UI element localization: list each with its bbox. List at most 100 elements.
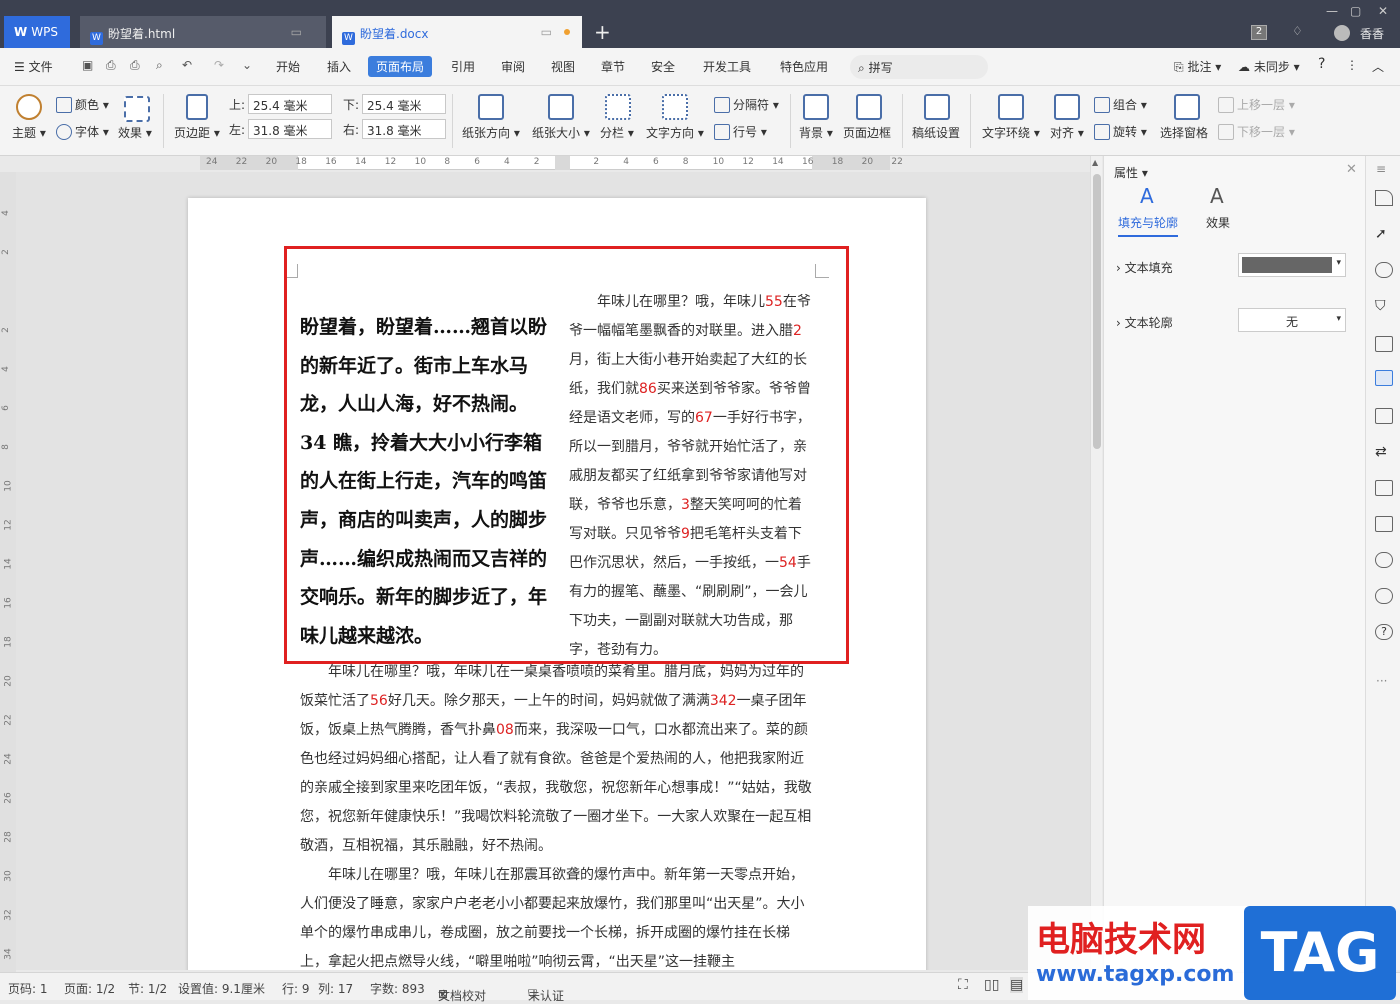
draft-button[interactable]: 稿纸设置 bbox=[912, 124, 960, 141]
properties-icon[interactable] bbox=[1375, 370, 1393, 386]
line-numbers-button[interactable]: 行号 ▾ bbox=[714, 123, 767, 140]
bring-forward-button[interactable]: 上移一层 ▾ bbox=[1218, 96, 1295, 113]
user-name[interactable]: 香香 bbox=[1360, 25, 1384, 42]
paragraph[interactable]: 年味儿在哪里？哦，年味儿在那震耳欲聋的爆竹声中。新年第一天零点开始，人们便没了睡… bbox=[300, 861, 815, 970]
horizontal-ruler[interactable]: 24 22 20 18 16 14 12 10 8 6 4 2 2 4 6 8 10 12 14 16 18 20 22 bbox=[200, 156, 903, 170]
shirt-icon[interactable]: ♢ bbox=[1292, 24, 1303, 38]
columns-button[interactable]: 分栏 ▾ bbox=[600, 124, 634, 141]
wps-home-tab[interactable]: W WPS bbox=[4, 16, 70, 48]
text-fill-color-select[interactable]: ▾ bbox=[1238, 253, 1346, 277]
read-mode-icon[interactable]: ▯▯ bbox=[984, 977, 999, 993]
vertical-ruler[interactable]: 4 2 2 4 6 8 10 12 14 16 18 20 22 24 26 28 30 32 34 bbox=[0, 172, 16, 972]
bottom-margin-input[interactable]: 25.4 毫米 bbox=[362, 94, 446, 114]
select-pane-button[interactable]: 选择窗格 bbox=[1160, 124, 1208, 141]
file-menu[interactable]: ☰ 文件 bbox=[14, 58, 53, 75]
text-direction-button[interactable]: 文字方向 ▾ bbox=[646, 124, 704, 141]
pen-icon[interactable] bbox=[1375, 190, 1393, 206]
background-button[interactable]: 背景 ▾ bbox=[799, 124, 833, 141]
translate-icon[interactable]: ⇄ bbox=[1375, 444, 1393, 460]
maximize-icon[interactable]: ▢ bbox=[1350, 4, 1361, 18]
collapse-ribbon-icon[interactable]: ︿ bbox=[1372, 58, 1384, 75]
left-margin-input[interactable]: 31.8 毫米 bbox=[248, 119, 332, 139]
status-col[interactable]: 列: 17 bbox=[318, 980, 353, 997]
menu-view[interactable]: 视图 bbox=[551, 58, 575, 75]
menu-chapter[interactable]: 章节 bbox=[601, 58, 625, 75]
table-icon[interactable] bbox=[1375, 336, 1393, 352]
preview-icon[interactable]: ⌕ bbox=[156, 58, 163, 73]
status-pages[interactable]: 页面: 1/2 bbox=[64, 980, 115, 997]
menu-insert[interactable]: 插入 bbox=[327, 58, 351, 75]
printer-icon[interactable]: ⎙ bbox=[130, 58, 140, 73]
menu-special[interactable]: 特色应用 bbox=[780, 58, 828, 75]
status-page[interactable]: 页码: 1 bbox=[8, 980, 48, 997]
print-icon[interactable]: ⎙ bbox=[106, 58, 116, 73]
comment-button[interactable]: ⎘ 批注 ▾ bbox=[1174, 58, 1221, 75]
menu-page-layout[interactable]: 页面布局 bbox=[368, 56, 433, 77]
color-button[interactable]: 颜色 ▾ bbox=[56, 96, 109, 113]
close-icon[interactable]: ✕ bbox=[1378, 4, 1388, 18]
effect-button[interactable]: 效果 ▾ bbox=[118, 124, 152, 141]
picture-icon[interactable] bbox=[1375, 516, 1393, 532]
menu-references[interactable]: 引用 bbox=[451, 58, 475, 75]
search-box[interactable]: ⌕ 拼写 bbox=[850, 55, 988, 79]
status-setting[interactable]: 设置值: 9.1厘米 bbox=[178, 980, 265, 997]
tab-docx-doc[interactable]: W 盼望着.docx ▭ bbox=[332, 16, 582, 48]
help-icon[interactable]: ? bbox=[1375, 624, 1393, 640]
fill-icon[interactable]: ⛉ bbox=[1375, 298, 1393, 314]
menu-review[interactable]: 审阅 bbox=[501, 58, 525, 75]
status-section[interactable]: 节: 1/2 bbox=[128, 980, 167, 997]
tab-count-badge[interactable]: 2 bbox=[1251, 25, 1267, 40]
more-dots-icon[interactable]: ··· bbox=[1376, 674, 1387, 688]
paper-size-button[interactable]: 纸张大小 ▾ bbox=[532, 124, 590, 141]
tab-effect[interactable]: 效果 bbox=[1206, 214, 1230, 231]
wrap-button[interactable]: 文字环绕 ▾ bbox=[982, 124, 1040, 141]
fullscreen-icon[interactable]: ⛶ bbox=[958, 977, 968, 993]
save-icon[interactable]: ▣ bbox=[82, 58, 93, 72]
menu-security[interactable]: 安全 bbox=[651, 58, 675, 75]
tab-html-doc[interactable]: W 盼望着.html ▭ bbox=[80, 16, 326, 48]
right-column-text[interactable]: 年味儿在哪里？哦，年味儿55在爷爷一幅幅笔墨飘香的对联里。进入腊2月，街上大街小… bbox=[569, 288, 814, 665]
shape-icon[interactable] bbox=[1375, 262, 1393, 278]
minimize-icon[interactable]: — bbox=[1326, 4, 1338, 18]
document-canvas[interactable]: 盼望着，盼望着……翘首以盼的新年近了。街市上车水马龙，人山人海，好不热闹。34 … bbox=[16, 172, 1090, 970]
tab-fill-outline[interactable]: 填充与轮廓 bbox=[1118, 214, 1179, 237]
more-icon[interactable]: ⌄ bbox=[242, 58, 252, 72]
panel-title[interactable]: 属性 ▾ bbox=[1114, 164, 1148, 181]
help-button[interactable]: ? bbox=[1318, 56, 1325, 72]
menu-start[interactable]: 开始 bbox=[276, 58, 300, 75]
rotate-button[interactable]: 旋转 ▾ bbox=[1094, 123, 1147, 140]
break-button[interactable]: 分隔符 ▾ bbox=[714, 96, 779, 113]
shield-icon[interactable] bbox=[1375, 552, 1393, 568]
margins-button[interactable]: 页边距 ▾ bbox=[174, 124, 220, 141]
top-margin-input[interactable]: 25.4 毫米 bbox=[248, 94, 332, 114]
document-page[interactable]: 盼望着，盼望着……翘首以盼的新年近了。街市上车水马龙，人山人海，好不热闹。34 … bbox=[188, 198, 926, 970]
screen-icon[interactable]: ▭ bbox=[541, 25, 552, 39]
screen-icon[interactable]: ▭ bbox=[291, 25, 302, 39]
scroll-up-icon[interactable]: ▲ bbox=[1092, 158, 1098, 167]
new-tab-button[interactable]: + bbox=[594, 20, 611, 44]
undo-icon[interactable]: ↶ bbox=[182, 58, 192, 72]
status-words[interactable]: 字数: 893 bbox=[370, 980, 425, 997]
theme-button[interactable]: 主题 ▾ bbox=[12, 124, 46, 141]
right-margin-input[interactable]: 31.8 毫米 bbox=[362, 119, 446, 139]
status-row[interactable]: 行: 9 bbox=[282, 980, 310, 997]
cursor-icon[interactable]: ➚ bbox=[1375, 226, 1393, 242]
paragraph[interactable]: 年味儿在哪里？哦，年味儿在一桌桌香喷喷的菜肴里。腊月底，妈妈为过年的饭菜忙活了5… bbox=[300, 658, 815, 861]
page-border-button[interactable]: 页面边框 bbox=[843, 124, 891, 141]
more-options-icon[interactable]: ⋮ bbox=[1346, 58, 1358, 72]
archive-icon[interactable] bbox=[1375, 480, 1393, 496]
align-button[interactable]: 对齐 ▾ bbox=[1050, 124, 1084, 141]
text-outline-select[interactable]: 无 ▾ bbox=[1238, 308, 1346, 332]
group-button[interactable]: 组合 ▾ bbox=[1094, 96, 1147, 113]
orientation-button[interactable]: 纸张方向 ▾ bbox=[462, 124, 520, 141]
text-fill-expander[interactable]: › 文本填充 bbox=[1116, 259, 1173, 276]
scroll-thumb[interactable] bbox=[1093, 174, 1101, 449]
avatar[interactable] bbox=[1334, 25, 1350, 41]
vertical-scrollbar[interactable]: ▲ bbox=[1090, 156, 1102, 970]
font-button[interactable]: 字体 ▾ bbox=[56, 123, 109, 140]
menu-developer[interactable]: 开发工具 bbox=[703, 58, 751, 75]
bold-column-text[interactable]: 盼望着，盼望着……翘首以盼的新年近了。街市上车水马龙，人山人海，好不热闹。34 … bbox=[300, 308, 550, 655]
text-outline-expander[interactable]: › 文本轮廓 bbox=[1116, 314, 1173, 331]
close-panel-icon[interactable]: ✕ bbox=[1346, 162, 1357, 177]
menu-lines-icon[interactable]: ≡ bbox=[1376, 162, 1386, 176]
